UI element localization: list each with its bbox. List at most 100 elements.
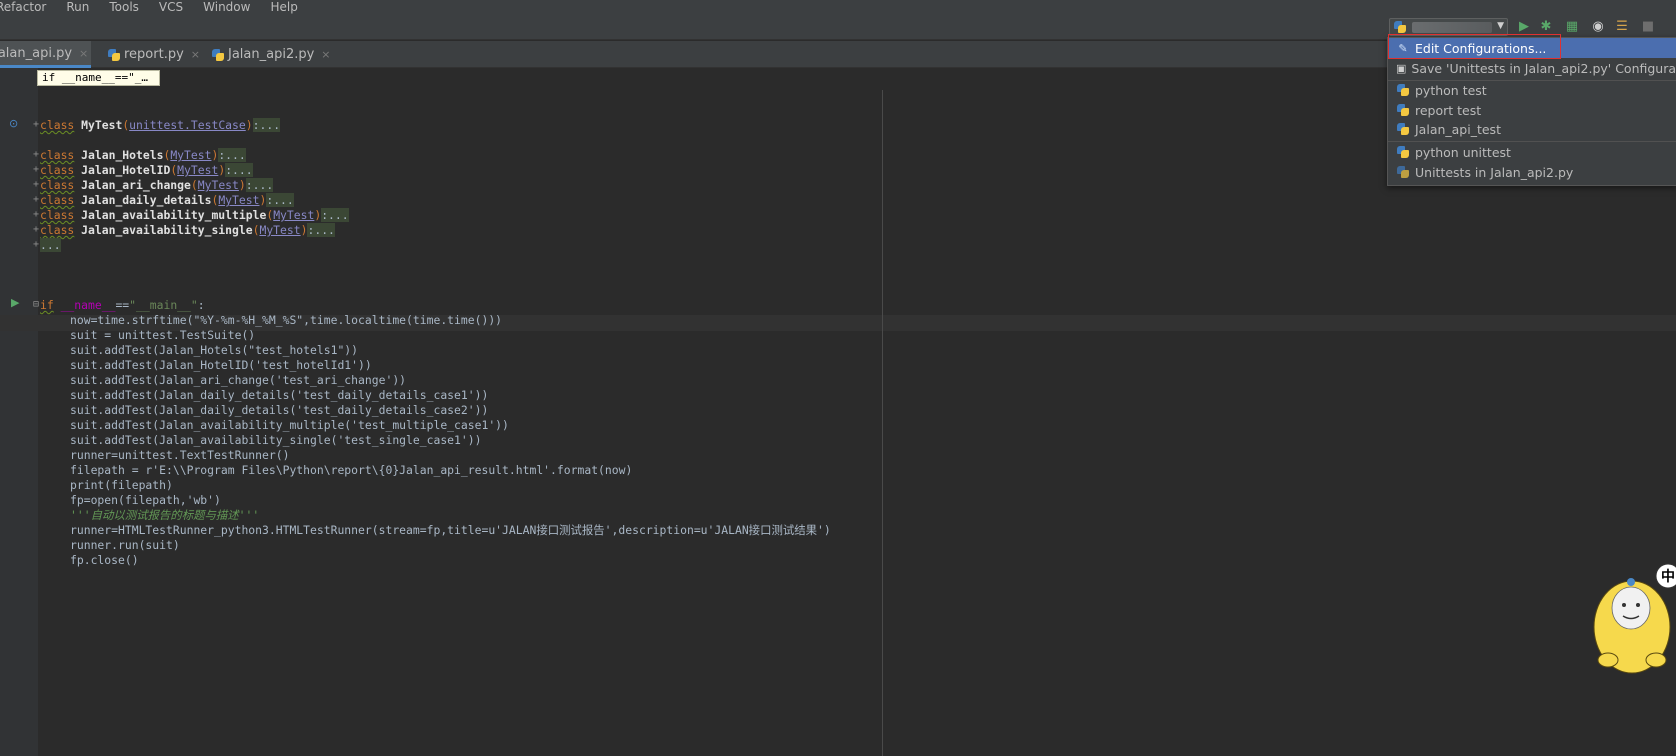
code-line[interactable]: runner=HTMLTestRunner_python3.HTMLTestRu… [0,522,1676,538]
tab-label: Jalan_api2.py [228,47,315,62]
code-line[interactable]: runner=unittest.TextTestRunner() [0,447,1676,463]
python-icon [1396,83,1410,97]
code-line[interactable]: suit.addTest(Jalan_availability_multiple… [0,417,1676,433]
python-icon [1396,145,1410,159]
menu-item-python-unittest[interactable]: python unittest [1388,142,1676,162]
code-line[interactable]: + class Jalan_availability_multiple(MyTe… [0,207,1676,223]
class-name: Jalan_HotelID [81,163,171,177]
code-line[interactable]: suit.addTest(Jalan_ari_change('test_ari_… [0,372,1676,388]
code-line[interactable]: print(filepath) [0,477,1676,493]
keyword: class [40,118,75,132]
close-icon[interactable]: × [191,48,200,61]
fold-expand-icon[interactable]: + [33,177,39,193]
string-literal: "__main__" [129,298,198,312]
code-line[interactable]: + class Jalan_daily_details(MyTest):... [0,192,1676,208]
class-name: Jalan_daily_details [81,193,212,207]
code-line[interactable]: suit.addTest(Jalan_HotelID('test_hotelId… [0,357,1676,373]
menu-window[interactable]: Window [193,0,260,14]
annotation-highlight-box [1388,34,1561,59]
sticker-char: 中 [1661,568,1675,585]
code-line[interactable]: suit.addTest(Jalan_Hotels("test_hotels1"… [0,342,1676,358]
python-icon [107,48,121,62]
menu-tools[interactable]: Tools [99,0,149,14]
unittest-icon [1396,165,1410,179]
keyword: class [40,148,75,162]
menu-item-python-test[interactable]: python test [1388,80,1676,100]
code-line[interactable]: runner.run(suit) [0,537,1676,553]
fold-expand-icon[interactable]: + [33,207,39,223]
chevron-down-icon: ▼ [1497,21,1504,31]
fold-expand-icon[interactable]: + [33,192,39,208]
menu-bar: Refactor Run Tools VCS Window Help [0,0,1676,14]
breadcrumb-hint: if __name__=="_… [37,70,160,86]
concurrency-icon[interactable]: ☰ [1614,19,1630,35]
tab-jalan-api[interactable]: Jalan_api.py × [0,41,91,68]
code-line[interactable]: + class Jalan_availability_single(MyTest… [0,222,1676,238]
class-name: Jalan_availability_single [81,223,253,237]
code-line[interactable]: suit = unittest.TestSuite() [0,327,1676,343]
keyword: class [40,193,75,207]
menu-item-save-configuration[interactable]: ▣ Save 'Unittests in Jalan_api2.py' Conf… [1388,58,1676,78]
profile-icon[interactable]: ◉ [1590,19,1606,35]
base-class: unittest.TestCase [129,118,246,132]
folded-imports[interactable]: ... [40,238,61,252]
tab-jalan-api2[interactable]: Jalan_api2.py × [211,41,331,68]
folded-body[interactable]: :... [321,208,349,222]
code-line[interactable]: ⊟ if __name__=="__main__": [0,297,1676,313]
run-config-dropdown: ✎ Edit Configurations... ▣ Save 'Unittes… [1387,37,1676,186]
keyword: class [40,163,75,177]
menu-item-jalan-api-test[interactable]: Jalan_api_test [1388,119,1676,139]
keyword: class [40,208,75,222]
base-class: MyTest [197,178,239,192]
close-icon[interactable]: × [79,47,88,60]
python-icon [1396,103,1410,117]
code-line[interactable]: + ... [0,237,1676,253]
folded-body[interactable]: :... [266,193,294,207]
keyword: if [40,298,54,312]
class-name: Jalan_ari_change [81,178,191,192]
menu-help[interactable]: Help [260,0,307,14]
menu-vcs[interactable]: VCS [149,0,193,14]
fold-expand-icon[interactable]: + [33,147,39,163]
class-name: Jalan_availability_multiple [81,208,267,222]
folded-body[interactable]: :... [225,163,253,177]
tab-label: report.py [124,47,184,62]
folded-body[interactable]: :... [218,148,246,162]
menu-item-report-test[interactable]: report test [1388,100,1676,120]
code-line[interactable]: now=time.strftime("%Y-%m-%H_%M_%S",time.… [0,312,1676,328]
base-class: MyTest [259,223,301,237]
folded-body[interactable]: :... [307,223,335,237]
keyword: class [40,223,75,237]
run-icon[interactable]: ▶ [1516,19,1532,35]
tab-report[interactable]: report.py × [107,41,200,68]
debug-icon[interactable]: ✱ [1538,19,1554,35]
base-class: MyTest [170,148,212,162]
fold-expand-icon[interactable]: + [33,222,39,238]
stop-icon[interactable]: ■ [1640,19,1656,35]
base-class: MyTest [177,163,219,177]
code-line[interactable]: filepath = r'E:\\Program Files\Python\re… [0,462,1676,478]
tab-label: Jalan_api.py [0,45,73,61]
code-line[interactable]: suit.addTest(Jalan_daily_details('test_d… [0,402,1676,418]
code-line[interactable]: suit.addTest(Jalan_availability_single('… [0,432,1676,448]
menu-run[interactable]: Run [56,0,99,14]
coverage-icon[interactable]: ▦ [1564,19,1580,35]
fold-collapse-icon[interactable]: ⊟ [33,297,39,313]
fold-expand-icon[interactable]: + [33,117,39,133]
run-config-label [1412,22,1492,33]
code-line[interactable]: fp.close() [0,552,1676,568]
folded-body[interactable]: :... [245,178,274,192]
python-icon [1396,122,1410,136]
code-line[interactable]: suit.addTest(Jalan_daily_details('test_d… [0,387,1676,403]
fold-expand-icon[interactable]: + [33,237,39,253]
close-icon[interactable]: × [321,48,330,61]
menu-refactor[interactable]: Refactor [0,0,56,14]
python-icon [211,48,225,62]
base-class: MyTest [273,208,315,222]
code-line[interactable]: '''自动以测试报告的标题与描述''' [0,507,1676,523]
menu-item-unittests-jalan-api2[interactable]: Unittests in Jalan_api2.py [1388,162,1676,182]
dunder-name: __name__ [60,298,116,312]
folded-body[interactable]: :... [252,118,281,132]
code-line[interactable]: fp=open(filepath,'wb') [0,492,1676,508]
fold-expand-icon[interactable]: + [33,162,39,178]
